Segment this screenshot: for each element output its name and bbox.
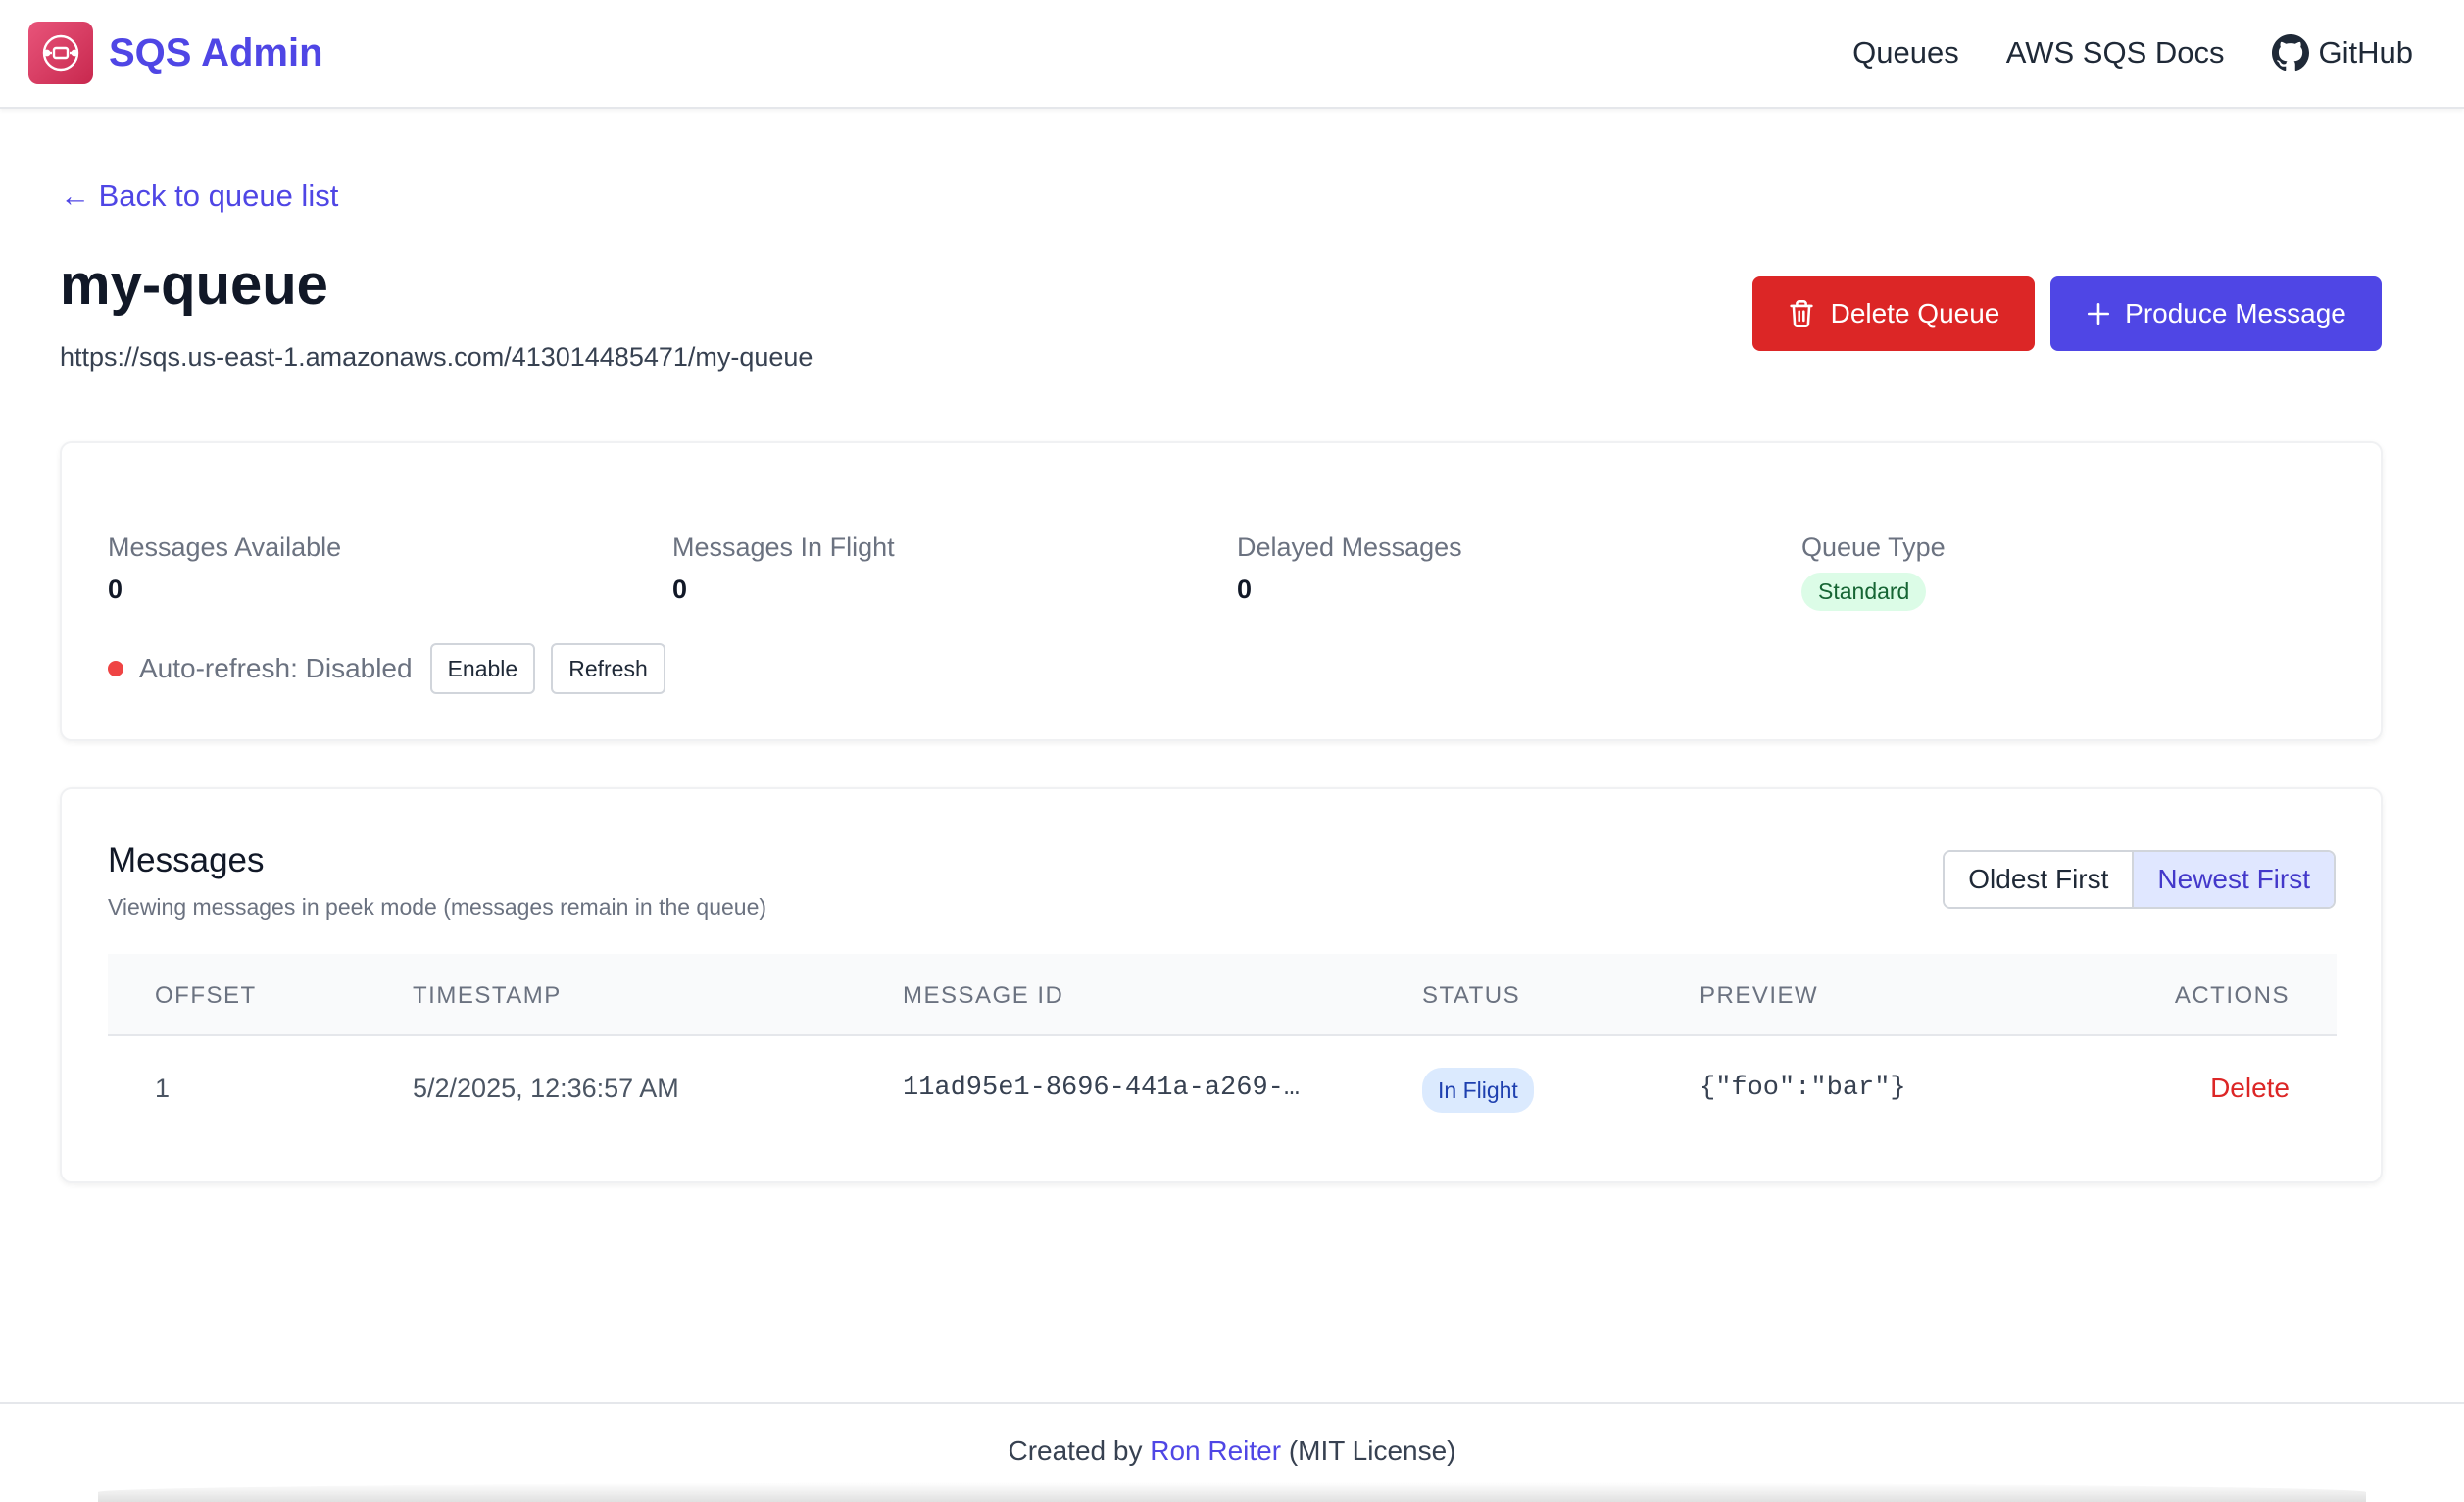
delete-queue-label: Delete Queue bbox=[1830, 298, 2000, 328]
messages-card: Messages Viewing messages in peek mode (… bbox=[60, 787, 2383, 1183]
table-header: OFFSET TIMESTAMP MESSAGE ID STATUS PREVI… bbox=[108, 954, 2337, 1036]
row-offset: 1 bbox=[155, 1074, 171, 1103]
column-header-actions: ACTIONS bbox=[2174, 982, 2290, 1009]
auto-refresh-bar: Auto-refresh: Disabled Enable Refresh bbox=[108, 643, 681, 694]
refresh-button[interactable]: Refresh bbox=[551, 643, 665, 694]
row-status-cell: In Flight bbox=[1422, 1068, 1534, 1113]
author-link[interactable]: Ron Reiter bbox=[1150, 1435, 1281, 1466]
nav-github-link[interactable]: GitHub bbox=[2271, 34, 2413, 72]
top-nav: Queues AWS SQS Docs GitHub bbox=[1852, 27, 2413, 78]
stat-value: 0 bbox=[108, 575, 123, 604]
github-icon bbox=[2271, 34, 2309, 72]
brand-title[interactable]: SQS Admin bbox=[109, 25, 323, 80]
auto-refresh-status: Auto-refresh: Disabled bbox=[139, 653, 413, 683]
stat-delayed-messages: Delayed Messages 0 bbox=[1237, 527, 1462, 606]
back-to-queue-list-link[interactable]: ← Back to queue list bbox=[60, 175, 338, 218]
nav-queues-link[interactable]: Queues bbox=[1852, 35, 1959, 71]
footer: Created by Ron Reiter (MIT License) bbox=[0, 1402, 2464, 1502]
stat-messages-in-flight: Messages In Flight 0 bbox=[672, 527, 895, 606]
stat-label: Messages In Flight bbox=[672, 532, 895, 562]
row-preview: {"foo":"bar"} bbox=[1700, 1074, 1906, 1103]
queue-url: https://sqs.us-east-1.amazonaws.com/4130… bbox=[60, 342, 813, 372]
stat-messages-available: Messages Available 0 bbox=[108, 527, 341, 606]
column-header-preview: PREVIEW bbox=[1700, 982, 1819, 1009]
trash-icon bbox=[1789, 300, 1813, 327]
column-header-offset: OFFSET bbox=[155, 982, 257, 1009]
column-header-message-id: MESSAGE ID bbox=[903, 982, 1064, 1009]
delete-queue-button[interactable]: Delete Queue bbox=[1752, 276, 2035, 351]
sqs-logo-icon[interactable] bbox=[28, 22, 93, 84]
newest-first-button[interactable]: Newest First bbox=[2132, 852, 2334, 907]
queue-type-badge: Standard bbox=[1801, 573, 1927, 611]
sort-order-toggle: Oldest First Newest First bbox=[1943, 850, 2336, 909]
nav-github-label: GitHub bbox=[2318, 35, 2413, 70]
status-badge: In Flight bbox=[1422, 1068, 1534, 1113]
enable-auto-refresh-button[interactable]: Enable bbox=[429, 643, 536, 694]
nav-aws-docs-link[interactable]: AWS SQS Docs bbox=[2006, 35, 2225, 71]
footer-shadow bbox=[98, 1482, 2366, 1502]
column-header-timestamp: TIMESTAMP bbox=[413, 982, 562, 1009]
messages-title: Messages bbox=[108, 841, 265, 879]
delete-message-button[interactable]: Delete bbox=[2210, 1070, 2290, 1107]
queue-title: my-queue bbox=[60, 253, 328, 317]
page: SQS Admin Queues AWS SQS Docs GitHub ← B… bbox=[0, 0, 2464, 1502]
produce-message-label: Produce Message bbox=[2125, 298, 2346, 328]
stat-label: Delayed Messages bbox=[1237, 532, 1462, 562]
footer-prefix: Created by bbox=[1008, 1435, 1151, 1466]
messages-subtitle: Viewing messages in peek mode (messages … bbox=[108, 894, 767, 920]
stat-label: Queue Type bbox=[1801, 532, 1946, 562]
plus-icon bbox=[2088, 302, 2110, 325]
footer-suffix: (MIT License) bbox=[1281, 1435, 1456, 1466]
queue-stats-card: Messages Available 0 Messages In Flight … bbox=[60, 441, 2383, 741]
stat-value: 0 bbox=[1237, 575, 1253, 604]
stat-label: Messages Available bbox=[108, 532, 342, 562]
status-dot-icon bbox=[108, 661, 123, 676]
table-row: 1 5/2/2025, 12:36:57 AM 11ad95e1-8696-44… bbox=[108, 1036, 2337, 1142]
messages-table: OFFSET TIMESTAMP MESSAGE ID STATUS PREVI… bbox=[108, 954, 2337, 1142]
stat-queue-type: Queue Type Standard bbox=[1801, 527, 1946, 611]
produce-message-button[interactable]: Produce Message bbox=[2050, 276, 2382, 351]
row-timestamp: 5/2/2025, 12:36:57 AM bbox=[413, 1074, 679, 1103]
column-header-status: STATUS bbox=[1422, 982, 1521, 1009]
row-message-id[interactable]: 11ad95e1-8696-441a-a269-… bbox=[903, 1070, 1300, 1107]
top-navbar: SQS Admin Queues AWS SQS Docs GitHub bbox=[0, 0, 2464, 109]
oldest-first-button[interactable]: Oldest First bbox=[1945, 852, 2133, 907]
stat-value: 0 bbox=[672, 575, 688, 604]
